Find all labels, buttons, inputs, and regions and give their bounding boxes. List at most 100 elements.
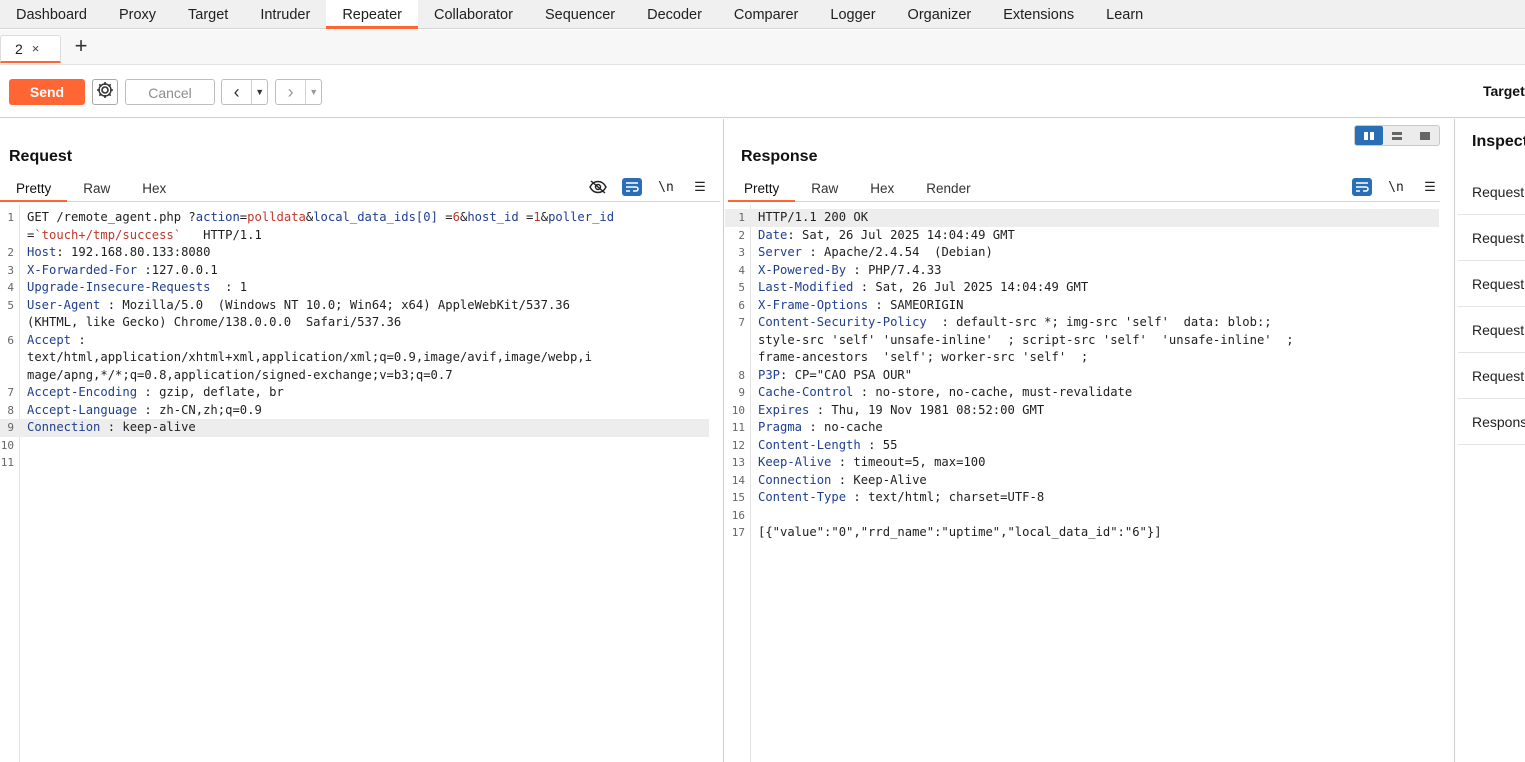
- line-number: 5: [738, 281, 745, 294]
- hide-icon[interactable]: [588, 178, 608, 196]
- single-pane-icon[interactable]: [1411, 126, 1439, 145]
- code-line: 11: [0, 454, 709, 472]
- line-number: 11: [0, 456, 14, 469]
- inspector-item[interactable]: Request: [1458, 215, 1525, 261]
- tab-pretty[interactable]: Pretty: [0, 176, 68, 202]
- line-number: 17: [731, 526, 745, 539]
- line-number: 15: [731, 491, 745, 504]
- code-token: :: [71, 332, 86, 347]
- word-wrap-icon[interactable]: [622, 178, 642, 196]
- code-token: Content-Security-Policy: [758, 315, 927, 329]
- back-button[interactable]: ‹ ▼: [221, 79, 268, 105]
- side-by-side-icon[interactable]: [1355, 126, 1383, 145]
- nav-extensions[interactable]: Extensions: [987, 0, 1090, 29]
- line-number: 8: [7, 403, 14, 417]
- code-line: 10: [0, 437, 709, 455]
- nav-repeater[interactable]: Repeater: [326, 0, 418, 29]
- stacked-icon[interactable]: [1383, 126, 1411, 145]
- main-nav: Dashboard Proxy Target Intruder Repeater Coll…: [0, 0, 1525, 29]
- code-line: style-src 'self' 'unsafe-inline' ; scrip…: [725, 332, 1439, 350]
- code-line: 15 Content-Type : text/html; charset=UTF-…: [725, 489, 1439, 507]
- nav-logger[interactable]: Logger: [814, 0, 891, 29]
- nav-collaborator[interactable]: Collaborator: [418, 0, 529, 29]
- nav-organizer[interactable]: Organizer: [892, 0, 988, 29]
- request-editor[interactable]: 1 GET /remote_agent.php ?action = polldata &…: [0, 205, 723, 762]
- send-button[interactable]: Send: [9, 79, 85, 105]
- nav-target[interactable]: Target: [172, 0, 244, 29]
- line-number: 5: [7, 298, 14, 312]
- nav-learn[interactable]: Learn: [1090, 0, 1159, 29]
- code-token: : Sat, 26 Jul 2025 14:04:49 GMT: [853, 280, 1089, 294]
- line-text: Content-Length : 55: [758, 437, 897, 455]
- repeater-tab[interactable]: 2 ×: [0, 35, 61, 63]
- menu-icon[interactable]: ☰: [1420, 178, 1440, 196]
- nav-intruder[interactable]: Intruder: [244, 0, 326, 29]
- close-icon[interactable]: ×: [32, 41, 40, 56]
- inspector-item[interactable]: Respons: [1458, 399, 1525, 445]
- code-token: =: [518, 210, 534, 224]
- dropdown-icon[interactable]: ▼: [251, 80, 267, 104]
- dropdown-icon[interactable]: ▼: [305, 80, 321, 104]
- code-token: : Sat, 26 Jul 2025 14:04:49 GMT: [787, 227, 1015, 242]
- code-line: 16: [725, 507, 1439, 525]
- code-line: 17 [{"value":"0","rrd_name":"uptime","loc…: [725, 524, 1439, 542]
- code-line: 12 Content-Length : 55: [725, 437, 1439, 455]
- code-line: frame-ancestors 'self'; worker-src 'self…: [725, 349, 1439, 367]
- code-token: local_data_ids[0]: [313, 210, 438, 224]
- nav-comparer[interactable]: Comparer: [718, 0, 814, 29]
- code-token: : 1: [210, 280, 248, 294]
- nav-decoder[interactable]: Decoder: [631, 0, 718, 29]
- menu-icon[interactable]: ☰: [690, 178, 710, 196]
- code-token: =: [437, 210, 453, 224]
- line-number: 14: [731, 473, 745, 487]
- response-editor[interactable]: 1 HTTP/1.1 200 OK 2 Date: Sat, 26 Jul 2025 …: [725, 205, 1454, 762]
- line-number: 10: [731, 403, 745, 417]
- cancel-button[interactable]: Cancel: [125, 79, 215, 105]
- code-token: style-src 'self' 'unsafe-inline' ; scrip…: [758, 332, 1294, 347]
- line-number: 10: [0, 438, 14, 452]
- response-view-tabs: Pretty Raw Hex Render: [728, 176, 1440, 202]
- line-number: 6: [738, 298, 745, 312]
- inspector-item[interactable]: Request: [1458, 261, 1525, 307]
- inspector-title: Inspect: [1472, 133, 1525, 150]
- newline-icon[interactable]: \n: [656, 178, 676, 196]
- add-tab-button[interactable]: +: [70, 34, 92, 60]
- tab-raw[interactable]: Raw: [67, 176, 126, 202]
- tab-raw[interactable]: Raw: [795, 176, 854, 202]
- settings-button[interactable]: [92, 79, 118, 105]
- word-wrap-icon[interactable]: [1352, 178, 1372, 196]
- code-token: : zh-CN,zh;q=0.9: [137, 402, 262, 417]
- line-text: [{"value":"0","rrd_name":"uptime","local…: [758, 524, 1162, 542]
- nav-proxy[interactable]: Proxy: [103, 0, 172, 29]
- tab-hex[interactable]: Hex: [126, 176, 182, 202]
- line-number: 11: [731, 421, 745, 434]
- code-token: Accept: [27, 332, 72, 347]
- code-token: &: [540, 210, 549, 224]
- nav-dashboard[interactable]: Dashboard: [0, 0, 103, 29]
- code-token: Host: [27, 245, 57, 259]
- line-text: Last-Modified : Sat, 26 Jul 2025 14:04:4…: [758, 279, 1088, 297]
- gear-icon: [95, 80, 115, 105]
- nav-sequencer[interactable]: Sequencer: [529, 0, 631, 29]
- code-token: Connection: [27, 420, 101, 434]
- tab-render[interactable]: Render: [910, 176, 986, 202]
- tab-hex[interactable]: Hex: [854, 176, 910, 202]
- code-token: Last-Modified: [758, 280, 854, 294]
- code-line: mage/apng,*/*;q=0.8,application/signed-e…: [0, 367, 709, 385]
- inspector-item[interactable]: Request: [1458, 353, 1525, 399]
- tab-pretty[interactable]: Pretty: [728, 176, 796, 202]
- code-token: GET /remote_agent.php ?: [27, 210, 196, 224]
- code-line: 13 Keep-Alive : timeout=5, max=100: [725, 454, 1439, 472]
- code-token: : 192.168.80.133:8080: [56, 245, 211, 259]
- inspector-item[interactable]: Request: [1458, 169, 1525, 215]
- code-line: 7 Content-Security-Policy : default-src *…: [725, 314, 1439, 332]
- inspector-item[interactable]: Request: [1458, 307, 1525, 353]
- code-token: Accept-Language: [27, 402, 138, 417]
- forward-button[interactable]: › ▼: [275, 79, 322, 105]
- code-token: P3P: [758, 367, 781, 382]
- target-label[interactable]: Target: [1483, 83, 1525, 99]
- newline-icon[interactable]: \n: [1386, 178, 1406, 196]
- layout-switch: [1354, 125, 1440, 146]
- line-number: 12: [731, 438, 745, 452]
- code-line: 2 Host: 192.168.80.133:8080: [0, 244, 709, 262]
